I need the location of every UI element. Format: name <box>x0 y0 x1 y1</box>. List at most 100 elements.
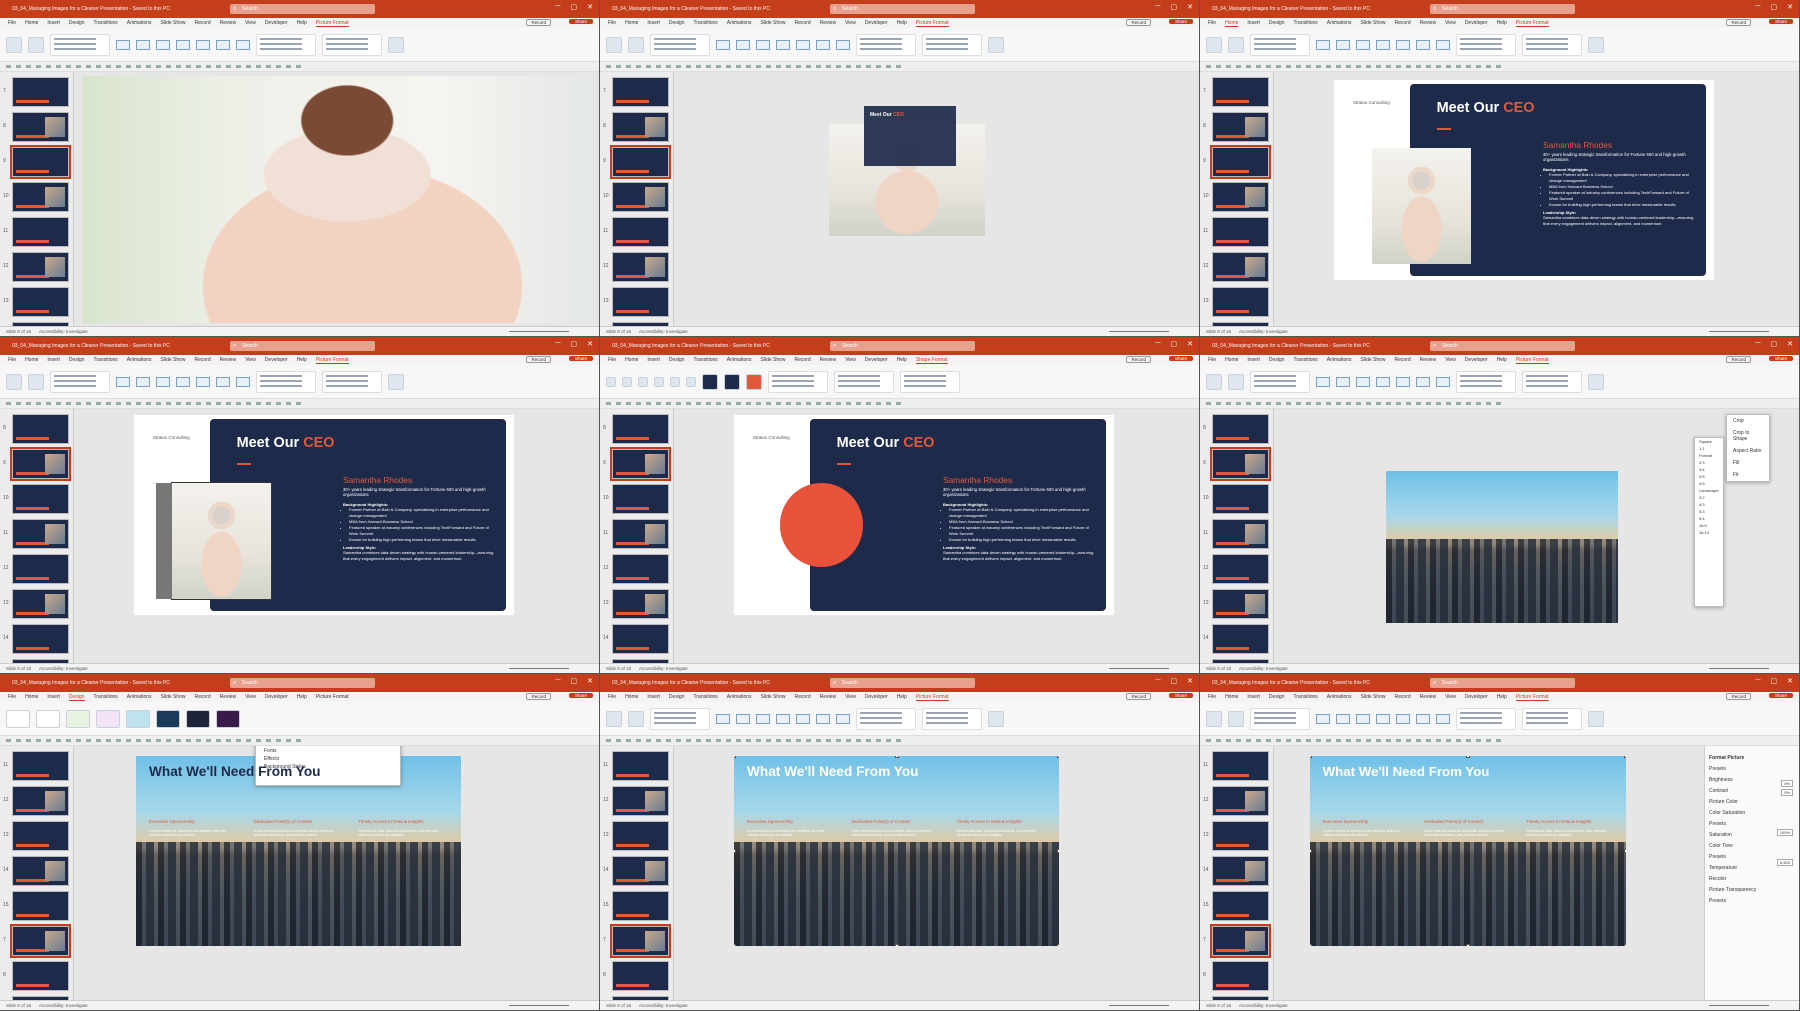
slide-thumbnail[interactable]: 12 <box>1203 252 1269 282</box>
maximize-icon[interactable]: ▢ <box>1171 3 1178 11</box>
resize-handle[interactable] <box>1466 756 1470 758</box>
ribbon-tab[interactable]: Help <box>297 357 307 363</box>
ceo-slide[interactable]: Stratus Consulting Meet Our CEO Samantha R… <box>1334 80 1714 280</box>
close-icon[interactable]: ✕ <box>1187 677 1193 685</box>
ribbon-tab[interactable]: Developer <box>265 357 288 363</box>
picture-style-preset[interactable] <box>196 39 210 50</box>
slide-canvas[interactable]: Crop Crop to Shape Aspect Ratio Fill Fit Squa… <box>1274 409 1799 663</box>
ribbon-tab[interactable]: Developer <box>865 694 888 700</box>
search-input[interactable]: Search <box>230 4 375 14</box>
ribbon-button[interactable] <box>606 710 622 727</box>
ribbon-tab[interactable]: Transitions <box>94 357 118 363</box>
record-button[interactable]: Record <box>1126 693 1151 700</box>
slide-thumbnail[interactable]: 10 <box>603 484 669 514</box>
slide-thumbnail[interactable]: 15 <box>603 891 669 921</box>
ribbon-tab[interactable]: View <box>245 694 256 700</box>
theme-thumbnail[interactable] <box>66 709 90 728</box>
slide-thumbnail[interactable]: 9 <box>3 145 71 179</box>
minimize-icon[interactable]: ─ <box>1156 677 1161 685</box>
need-slide[interactable]: What We'll Need From You Executive Sponso… <box>734 756 1059 946</box>
picture-style-preset[interactable] <box>736 39 750 50</box>
minimize-icon[interactable]: ─ <box>556 3 561 11</box>
slide-thumbnail[interactable]: 10 <box>1203 182 1269 212</box>
resize-handle[interactable] <box>1624 944 1626 946</box>
accessibility-status[interactable]: Accessibility: Investigate <box>1239 1003 1288 1008</box>
ribbon-tab[interactable]: Transitions <box>694 694 718 700</box>
ribbon-tab[interactable]: Picture Format <box>315 357 349 364</box>
slide-thumbnail[interactable]: 7 <box>603 77 669 107</box>
slide-thumbnail[interactable]: 14 <box>1212 322 1269 326</box>
arrange-group[interactable] <box>922 707 982 730</box>
picture-style-preset[interactable] <box>216 376 230 387</box>
picture-style-preset[interactable] <box>1396 39 1410 50</box>
quick-access-toolbar[interactable] <box>1200 62 1799 72</box>
slide-canvas[interactable] <box>74 72 599 326</box>
slide-thumbnail[interactable]: 10 <box>603 182 669 212</box>
ribbon-tab[interactable]: Animations <box>1327 694 1352 700</box>
slide-thumbnail[interactable]: 14 <box>612 322 669 326</box>
ribbon-tab[interactable]: Transitions <box>1294 694 1318 700</box>
picture-style-preset[interactable] <box>736 713 750 724</box>
slide-thumbnail-pane[interactable]: 8 9 10 11 12 13 14 15 <box>1200 409 1274 663</box>
picture-style-preset[interactable] <box>776 713 790 724</box>
slide-thumbnail[interactable]: 9 <box>3 447 71 481</box>
search-input[interactable]: Search <box>1430 678 1575 688</box>
accessibility-status[interactable]: Accessibility: Investigate <box>639 329 688 334</box>
contrast-value[interactable]: 0% <box>1781 789 1793 796</box>
arrange-group[interactable] <box>1522 370 1582 393</box>
ribbon-tab[interactable]: Record <box>195 694 211 700</box>
ribbon-tab[interactable]: Design <box>669 357 685 363</box>
slide-thumbnail[interactable]: 9 <box>603 447 671 481</box>
ceo-slide[interactable]: Stratus Consulting Meet Our CEO Samantha R… <box>734 415 1114 615</box>
picture-style-preset[interactable] <box>176 39 190 50</box>
ribbon-tab[interactable]: Record <box>795 357 811 363</box>
ribbon-tab[interactable]: Transitions <box>94 694 118 700</box>
crop-button[interactable] <box>388 373 404 390</box>
ribbon-tab[interactable]: File <box>608 20 616 26</box>
maximize-icon[interactable]: ▢ <box>571 340 578 348</box>
slide-thumbnail[interactable]: 12 <box>603 252 669 282</box>
quick-access-toolbar[interactable] <box>600 399 1199 409</box>
ribbon-tab[interactable]: Transitions <box>94 20 118 26</box>
aspect-ratio-option[interactable]: 3:2 <box>1695 494 1723 501</box>
slide-thumbnail[interactable]: 8 <box>3 414 69 444</box>
slide-thumbnail[interactable]: 15 <box>1212 659 1269 663</box>
picture-style-preset[interactable] <box>176 376 190 387</box>
minimize-icon[interactable]: ─ <box>1156 340 1161 348</box>
window-controls[interactable]: ─ ▢ ✕ <box>1156 3 1193 11</box>
ribbon-tab[interactable]: Developer <box>1465 694 1488 700</box>
crop-menu-item[interactable]: Crop <box>1727 415 1769 427</box>
search-input[interactable]: Search <box>1430 341 1575 351</box>
close-icon[interactable]: ✕ <box>1787 340 1793 348</box>
ribbon-tab[interactable]: Slide Show <box>1361 357 1386 363</box>
zoom-slider[interactable] <box>1709 1005 1769 1006</box>
record-button[interactable]: Record <box>526 356 551 363</box>
zoom-slider[interactable] <box>1109 331 1169 332</box>
slide-thumbnail-pane[interactable]: 11 12 13 14 15 7 8 9 <box>600 746 674 1000</box>
ribbon-tab[interactable]: Record <box>195 357 211 363</box>
shape-tool-icon[interactable] <box>686 376 696 387</box>
ribbon-tab[interactable]: Picture Format <box>915 20 949 27</box>
ribbon-tab[interactable]: View <box>245 357 256 363</box>
ribbon-tab[interactable]: Animations <box>127 694 152 700</box>
aspect-ratio-option[interactable]: 16:10 <box>1695 529 1723 536</box>
resize-handle[interactable] <box>894 756 899 758</box>
crop-button[interactable] <box>988 710 1004 727</box>
search-input[interactable]: Search <box>830 341 975 351</box>
ribbon-tab[interactable]: Help <box>1497 694 1507 700</box>
adjust-group[interactable] <box>1250 707 1310 730</box>
ribbon-tab[interactable]: Design <box>69 20 85 26</box>
slide-thumbnail[interactable]: 9 <box>612 996 669 1000</box>
theme-thumbnail[interactable] <box>126 709 150 728</box>
slide-thumbnail[interactable]: 13 <box>1203 821 1269 851</box>
crop-menu-item[interactable]: Fill <box>1727 457 1769 469</box>
accessibility-status[interactable]: Accessibility: Investigate <box>639 666 688 671</box>
adjust-group[interactable] <box>650 707 710 730</box>
share-button[interactable]: Share <box>1768 693 1793 698</box>
ribbon-tab[interactable]: File <box>1208 20 1216 26</box>
slide-thumbnail[interactable]: 15 <box>12 659 69 663</box>
crop-button[interactable] <box>1588 36 1604 53</box>
ribbon-tab[interactable]: Slide Show <box>761 20 786 26</box>
maximize-icon[interactable]: ▢ <box>1171 677 1178 685</box>
slide-thumbnail-pane[interactable]: 7 8 9 10 11 12 13 14 <box>600 72 674 326</box>
